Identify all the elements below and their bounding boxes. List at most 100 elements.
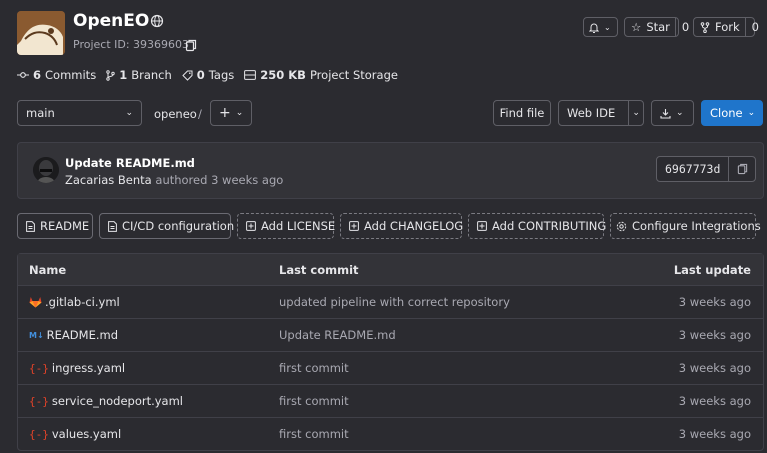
file-name[interactable]: {-} service_nodeport.yaml xyxy=(29,394,183,408)
table-row[interactable]: {-} service_nodeport.yaml first commit 3… xyxy=(17,384,764,417)
configure-integrations-button[interactable]: Configure Integrations xyxy=(610,213,761,239)
col-name: Name xyxy=(29,263,67,277)
file-commit-message[interactable]: first commit xyxy=(279,427,349,441)
chevron-down-icon: ⌄ xyxy=(676,108,684,118)
clone-button[interactable]: Clone ⌄ xyxy=(701,100,763,126)
file-updated: 3 weeks ago xyxy=(678,295,751,309)
commit-sha[interactable]: 6967773d xyxy=(657,157,728,181)
storage-link[interactable]: 250 KB Project Storage xyxy=(244,68,398,82)
download-dropdown[interactable]: ⌄ xyxy=(651,100,694,126)
add-contributing-label: Add CONTRIBUTING xyxy=(492,219,607,233)
table-row[interactable]: {-} ingress.yaml first commit 3 weeks ag… xyxy=(17,351,764,384)
chevron-down-icon: ⌄ xyxy=(604,22,611,32)
project-name[interactable]: OpenEO xyxy=(73,11,149,31)
breadcrumb-project[interactable]: openeo xyxy=(154,107,197,121)
notifications-dropdown[interactable]: ⌄ xyxy=(583,17,618,37)
table-row[interactable]: .gitlab-ci.yml updated pipeline with cor… xyxy=(17,285,764,318)
file-updated: 3 weeks ago xyxy=(678,394,751,408)
add-license-button[interactable]: Add LICENSE xyxy=(237,213,335,239)
commit-icon xyxy=(17,71,29,79)
copy-icon[interactable] xyxy=(185,39,197,52)
file-table-header: Name Last commit Last update xyxy=(18,254,763,285)
tags-label: Tags xyxy=(208,68,235,82)
plus-square-icon xyxy=(349,221,359,231)
plus-square-icon xyxy=(246,221,256,231)
file-updated: 3 weeks ago xyxy=(678,328,751,342)
commit-meta: Zacarias Benta authored 3 weeks ago xyxy=(65,173,283,187)
chevron-down-icon[interactable]: ⌄ xyxy=(628,101,643,125)
commit-author[interactable]: Zacarias Benta xyxy=(65,173,152,187)
file-name-text: ingress.yaml xyxy=(51,361,126,375)
add-dropdown[interactable]: + ⌄ xyxy=(210,100,252,126)
cicd-config-label: CI/CD configuration xyxy=(122,219,235,233)
file-name-text: .gitlab-ci.yml xyxy=(45,295,120,309)
tags-link[interactable]: 0 Tags xyxy=(182,68,234,82)
file-name[interactable]: {-} ingress.yaml xyxy=(29,361,125,375)
download-icon xyxy=(660,108,671,119)
branch-icon xyxy=(106,69,115,81)
markdown-icon: M↓ xyxy=(29,330,44,340)
clone-label: Clone xyxy=(710,106,743,120)
star-label: Star xyxy=(646,20,670,34)
project-stats: 6 Commits 1 Branch 0 Tags 250 KB Project… xyxy=(17,68,398,82)
storage-size: 250 KB xyxy=(260,68,306,82)
add-contributing-button[interactable]: Add CONTRIBUTING xyxy=(468,213,607,239)
add-changelog-label: Add CHANGELOG xyxy=(364,219,464,233)
tag-icon xyxy=(182,70,193,81)
chevron-down-icon: ⌄ xyxy=(125,108,133,118)
project-avatar[interactable] xyxy=(17,11,65,55)
branches-link[interactable]: 1 Branch xyxy=(106,68,172,82)
configure-integrations-label: Configure Integrations xyxy=(632,219,761,233)
plus-icon: + xyxy=(219,105,231,121)
file-name[interactable]: .gitlab-ci.yml xyxy=(29,295,120,309)
fork-button[interactable]: Fork 0 xyxy=(693,17,759,37)
plus-square-icon xyxy=(477,221,487,231)
star-icon: ☆ xyxy=(631,20,642,34)
fork-count[interactable]: 0 xyxy=(744,18,765,36)
branch-selector[interactable]: main ⌄ xyxy=(17,100,142,126)
file-commit-message[interactable]: first commit xyxy=(279,361,349,375)
commit-title[interactable]: Update README.md xyxy=(65,156,195,170)
gear-icon xyxy=(616,221,627,232)
last-commit-panel: Update README.md Zacarias Benta authored… xyxy=(17,142,764,199)
cicd-config-link[interactable]: CI/CD configuration xyxy=(99,213,235,239)
copy-icon[interactable] xyxy=(728,157,755,181)
table-row[interactable]: M↓ README.md Update README.md 3 weeks ag… xyxy=(17,318,764,351)
web-ide-button[interactable]: Web IDE ⌄ xyxy=(558,100,644,126)
chevron-down-icon: ⌄ xyxy=(747,108,756,118)
branch-label: Branch xyxy=(131,68,172,82)
chevron-down-icon: ⌄ xyxy=(235,108,244,118)
tags-count: 0 xyxy=(196,68,205,82)
file-name[interactable]: M↓ README.md xyxy=(29,328,118,342)
fork-icon xyxy=(700,21,710,33)
author-avatar[interactable] xyxy=(33,157,59,183)
file-icon xyxy=(108,220,117,232)
storage-label: Project Storage xyxy=(309,68,398,82)
add-changelog-button[interactable]: Add CHANGELOG xyxy=(340,213,464,239)
find-file-button[interactable]: Find file xyxy=(493,100,551,126)
branch-count: 1 xyxy=(119,68,128,82)
file-commit-message[interactable]: updated pipeline with correct repository xyxy=(279,295,510,309)
bell-icon xyxy=(589,22,599,33)
file-name-text: README.md xyxy=(46,328,118,342)
yaml-icon: {-} xyxy=(29,394,49,408)
file-commit-message[interactable]: Update README.md xyxy=(279,328,396,342)
star-button[interactable]: ☆ Star 0 xyxy=(624,17,689,37)
readme-link[interactable]: README xyxy=(17,213,93,239)
file-commit-message[interactable]: first commit xyxy=(279,394,349,408)
file-name-text: service_nodeport.yaml xyxy=(51,394,183,408)
col-last-commit: Last commit xyxy=(279,263,359,277)
file-updated: 3 weeks ago xyxy=(678,361,751,375)
globe-icon xyxy=(150,14,164,28)
col-last-update: Last update xyxy=(673,263,751,277)
file-name[interactable]: {-} values.yaml xyxy=(29,427,121,441)
commit-time: authored 3 weeks ago xyxy=(155,173,284,187)
gitlab-icon xyxy=(29,296,42,308)
find-file-label: Find file xyxy=(499,106,545,120)
yaml-icon: {-} xyxy=(29,427,49,441)
file-updated: 3 weeks ago xyxy=(678,427,751,441)
fork-label: Fork xyxy=(715,20,740,34)
commits-link[interactable]: 6 Commits xyxy=(17,68,96,82)
table-row[interactable]: {-} values.yaml first commit 3 weeks ago xyxy=(17,417,764,450)
branch-name: main xyxy=(26,106,55,120)
